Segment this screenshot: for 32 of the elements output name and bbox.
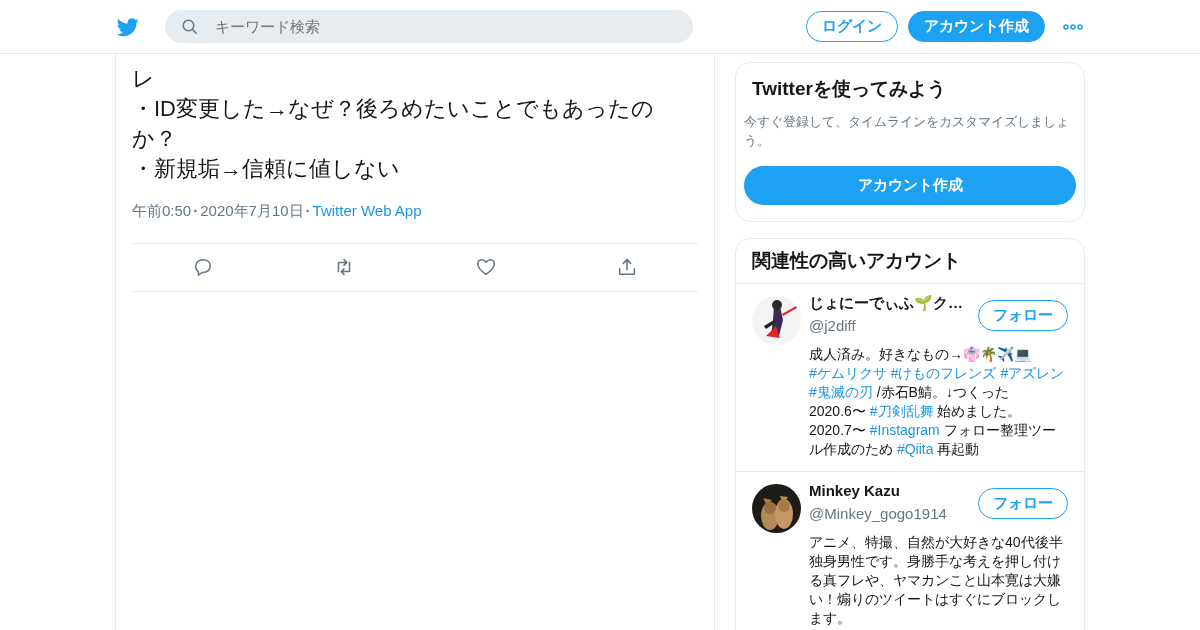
card-title: Twitterを使ってみよう [751,77,947,101]
account-handle: @j2diff [809,315,857,336]
follow-button[interactable]: フォロー [978,300,1068,331]
account-bio: アニメ、特撮、自然が大好きな40代後半独身男性です。身勝手な考えを押し付ける真フレや、ヤマカンこと山本寛は大嫌い！煽りのツイートはすぐにブロックします。 [809,533,1064,628]
separator-dot: · [193,201,199,221]
tweet-text-line: ・新規垢→信頼に値しない [132,155,401,183]
signup-button[interactable]: アカウント作成 [908,11,1045,42]
tweet-text-line: ・ID変更した→なぜ？後ろめたいことでもあったのか？ [132,95,655,153]
separator-dot: · [305,201,311,221]
search-field[interactable]: キーワード検索 [165,10,693,43]
bird-logo-icon[interactable] [115,15,141,38]
hashtag-link[interactable]: #けものフレンズ [890,365,997,381]
card-text: 今すぐ登録して、タイムラインをカスタマイズしましょう。 [744,112,1070,150]
hashtag-link[interactable]: #Qiita [896,441,934,457]
tweet-timestamp: 2020年7月10日 [200,201,304,221]
signup-button[interactable]: アカウント作成 [744,165,1076,205]
hashtag-link[interactable]: #ケムリクサ [809,365,887,381]
source-link[interactable]: Twitter Web App [312,200,422,223]
hashtag-link[interactable]: #鬼滅の刃 [809,384,873,400]
account-bio: 成人済み。好きなもの→👘🌴✈💻 #ケムリクサ #けものフレンズ #アズレン #鬼滅の刃 /赤石B鯖。↓つくった 2020.6〜 #刀剣乱舞 始めました。 2020.7〜 #Instagram フォロー整理ツール作成のため #Qiita 再起動 [809,345,1066,459]
tweet-timestamp: 午前0:50 [132,201,192,221]
account-name[interactable]: じょにーでぃふ🌱ク… [809,292,963,315]
hashtag-link[interactable]: #刀剣乱舞 [869,403,934,419]
tweet-text-line: レ [132,65,156,93]
card-title: 関連性の高いアカウント [751,248,962,273]
follow-button[interactable]: フォロー [978,488,1068,519]
login-button[interactable]: ログイン [806,11,898,42]
account-name[interactable]: Minkey Kazu [809,480,947,503]
hashtag-link[interactable]: #アズレン [1000,365,1065,381]
hashtag-link[interactable]: #Instagram [869,422,940,438]
heart-icon[interactable] [474,256,497,278]
account-handle: @Minkey_gogo1914 [809,503,947,524]
